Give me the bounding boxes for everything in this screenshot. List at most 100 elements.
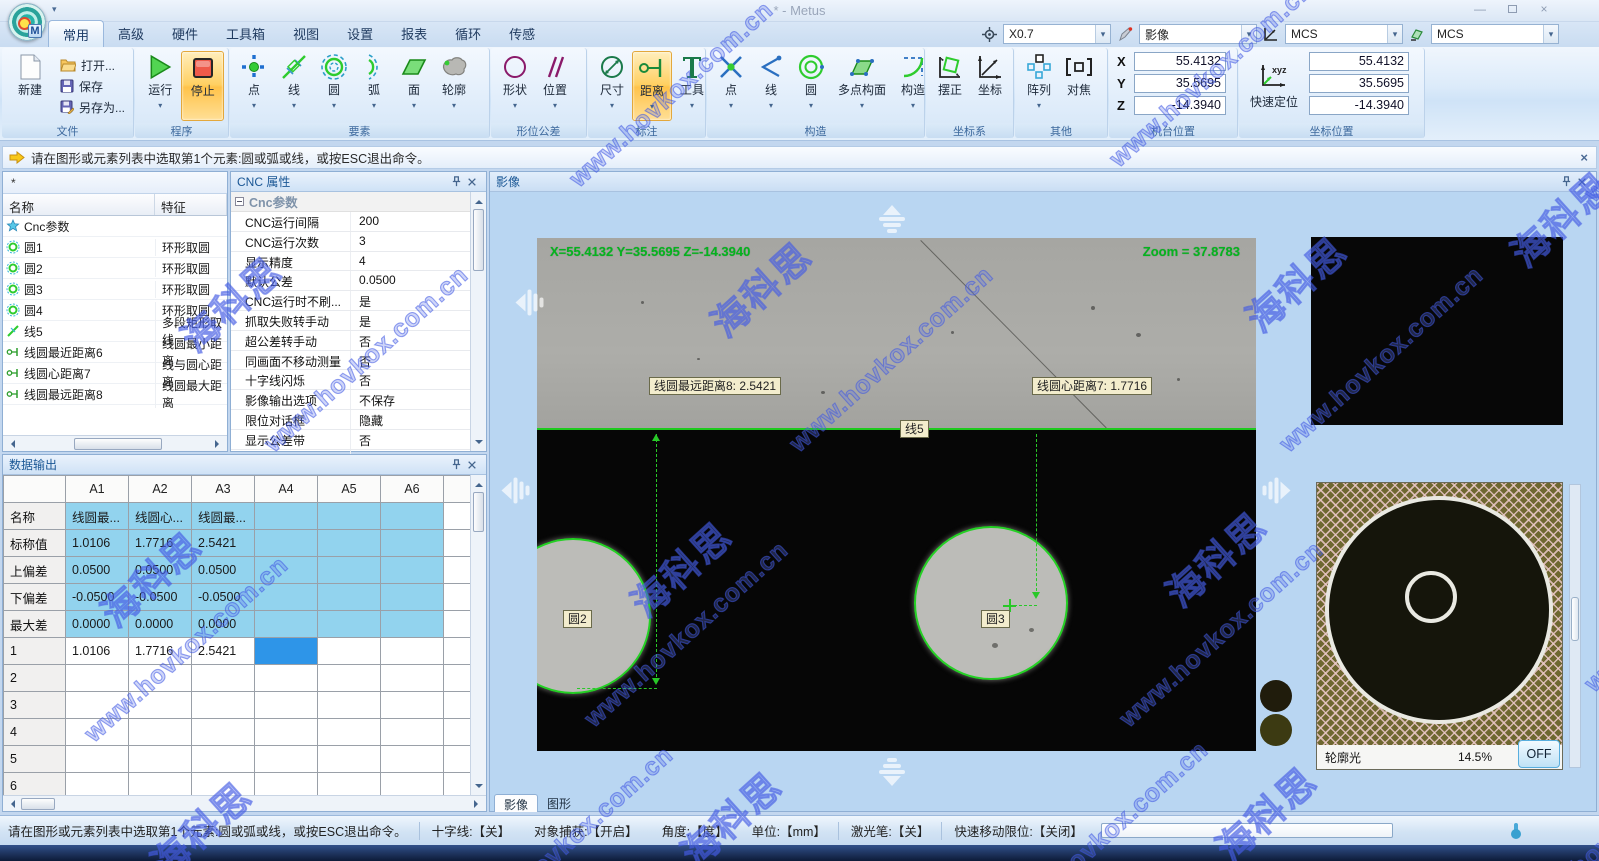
stop-button[interactable]: 停止 [181,51,224,121]
camera-image[interactable]: X=55.4132 Y=35.5695 Z=-14.3940 Zoom = 37… [537,238,1256,751]
property-row[interactable]: CNC运行间隔200 [231,212,471,232]
table-cell[interactable] [66,746,129,773]
table-cell[interactable] [255,530,318,557]
property-value[interactable]: 否 [351,351,471,370]
element-circle-button[interactable]: 圆 [314,51,354,121]
table-cell[interactable] [381,638,444,665]
table-cell[interactable]: 线圆最... [66,503,129,530]
measured-circle-3[interactable] [914,526,1068,680]
view-tab[interactable]: 影像 [494,794,538,812]
table-cell[interactable] [381,665,444,692]
table-cell[interactable] [255,584,318,611]
annotate-tool-button[interactable]: 工具 [672,51,712,121]
quick-position-button[interactable]: xyz 快速定位 [1243,51,1305,121]
table-cell[interactable] [192,665,255,692]
close-button[interactable]: × [1535,2,1553,17]
column-header[interactable] [444,476,472,503]
run-button[interactable]: 运行 [139,51,181,121]
property-row[interactable]: 十字线闪烁否 [231,370,471,390]
save-button[interactable]: 保存 [56,76,129,97]
property-row[interactable]: 默认公差0.0500 [231,271,471,291]
table-cell[interactable] [129,746,192,773]
row-label[interactable]: 2 [4,665,66,692]
property-row[interactable]: 超公差转手动否 [231,331,471,351]
table-cell[interactable] [444,665,472,692]
property-row[interactable]: 同画面不移动测量否 [231,351,471,371]
element-list-hscrollbar[interactable] [3,435,227,451]
table-cell[interactable] [129,692,192,719]
status-limit[interactable]: 快速移动限位:【关闭】 [954,821,1082,840]
mcs-combo-1[interactable]: MCS [1285,24,1403,44]
light-off-button[interactable]: OFF [1518,740,1560,768]
column-header[interactable]: A2 [129,476,192,503]
row-label[interactable]: 1 [4,638,66,665]
table-cell[interactable] [318,503,381,530]
table-cell[interactable] [66,665,129,692]
table-cell[interactable]: 1.7716 [129,638,192,665]
light-indicator-bottom[interactable] [1260,714,1292,746]
table-cell[interactable]: 0.0500 [192,557,255,584]
status-capture[interactable]: 对象捕获:【开启】 [534,821,637,840]
property-row[interactable]: 限位对话框隐藏 [231,410,471,430]
save-as-button[interactable]: 另存为... [56,97,129,118]
ring-light-diagram[interactable] [1317,483,1562,745]
property-value[interactable]: 是 [351,311,471,330]
list-item[interactable]: Cnc参数 [3,216,227,237]
table-cell[interactable] [318,692,381,719]
cnc-vscrollbar[interactable] [470,192,486,451]
status-crosshair[interactable]: 十字线:【关】 [432,821,510,840]
ribbon-tab[interactable]: 高级 [104,20,158,47]
table-cell[interactable]: 1.0106 [66,638,129,665]
table-cell[interactable] [444,692,472,719]
dimension-button[interactable]: 尺寸 [592,51,632,121]
pan-up-control[interactable] [879,196,905,233]
light-indicator-top[interactable] [1260,680,1292,712]
table-cell[interactable] [192,692,255,719]
table-cell[interactable] [381,611,444,638]
pin-icon[interactable] [448,458,464,472]
table-cell[interactable]: -0.0500 [66,584,129,611]
column-header-feature[interactable]: 特征 [155,194,227,215]
element-contour-button[interactable]: 轮廓 [434,51,474,121]
column-header[interactable]: A1 [66,476,129,503]
table-cell[interactable]: 0.0000 [129,611,192,638]
close-icon[interactable] [1574,175,1590,189]
table-cell[interactable] [255,503,318,530]
mcs-combo-2[interactable]: MCS [1431,24,1559,44]
distance-button[interactable]: 距离 [632,51,672,121]
ribbon-tab[interactable]: 硬件 [158,20,212,47]
close-icon[interactable] [464,458,480,472]
table-cell[interactable] [255,719,318,746]
construct-point-button[interactable]: 点 [711,51,751,121]
table-cell[interactable]: -0.0500 [192,584,255,611]
status-laser[interactable]: 激光笔:【关】 [851,821,929,840]
construct-circle-button[interactable]: 圆 [791,51,831,121]
table-cell[interactable] [318,557,381,584]
table-cell[interactable] [192,746,255,773]
pin-icon[interactable] [448,175,464,189]
column-header[interactable] [4,476,66,503]
circle-3-label[interactable]: 圆3 [981,610,1010,628]
column-header[interactable]: A4 [255,476,318,503]
table-cell[interactable]: 1.0106 [66,530,129,557]
table-cell[interactable]: 线圆心... [129,503,192,530]
measured-circle-2[interactable] [537,538,651,694]
view-mode-combo[interactable]: 影像 [1139,24,1257,44]
table-cell[interactable] [444,719,472,746]
table-cell[interactable] [444,611,472,638]
row-label[interactable]: 上偏差 [4,557,66,584]
table-cell[interactable] [66,719,129,746]
element-plane-button[interactable]: 面 [394,51,434,121]
pan-left-control[interactable] [493,478,530,504]
element-line-button[interactable]: 线 [274,51,314,121]
element-arc-button[interactable]: 弧 [354,51,394,121]
part-tab[interactable]: * [3,172,227,194]
minimize-button[interactable]: — [1471,2,1489,17]
view-tab[interactable]: 图形 [538,794,580,812]
table-cell[interactable]: 2.5421 [192,530,255,557]
table-cell[interactable] [255,557,318,584]
status-angle[interactable]: 角度:【度】 [662,821,728,840]
property-value[interactable]: 不保存 [351,390,471,409]
table-cell[interactable] [444,638,472,665]
property-value[interactable]: 200 [351,212,471,231]
